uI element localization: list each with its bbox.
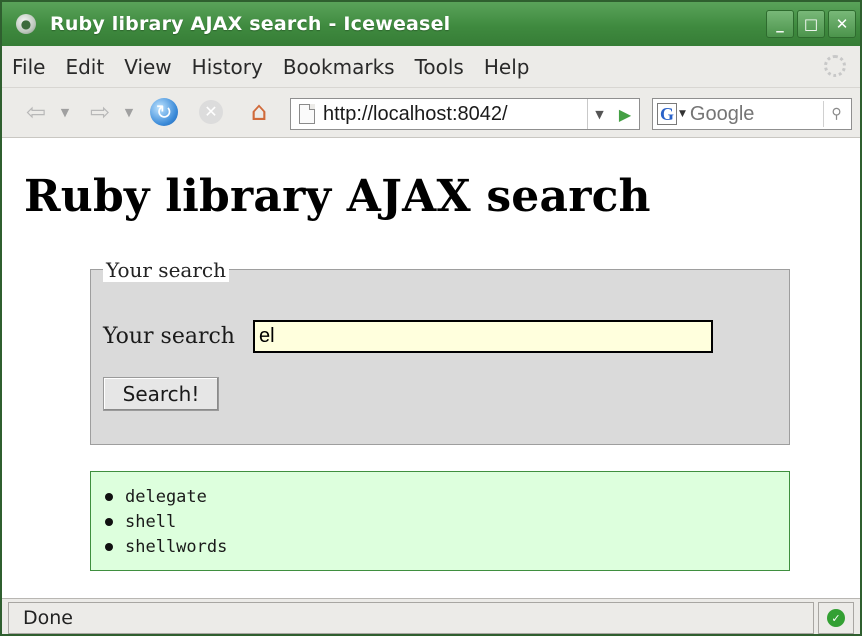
back-arrow-icon[interactable]: ⇦ (16, 97, 56, 127)
status-text: Done (8, 602, 814, 634)
menu-tools[interactable]: Tools (405, 55, 474, 79)
list-item: delegate (105, 484, 789, 509)
go-arrow-icon[interactable]: ▶ (613, 99, 637, 129)
search-fieldset: Your search Your search Search! (90, 258, 790, 445)
bullet-icon (105, 517, 113, 526)
check-icon: ✓ (827, 609, 845, 627)
address-bar[interactable]: ▼ ▶ (290, 98, 640, 130)
forward-arrow-icon[interactable]: ⇨ (80, 97, 120, 127)
result-text: shell (125, 511, 177, 532)
bullet-icon (105, 542, 113, 551)
reload-icon: ↻ (150, 98, 178, 126)
minimize-button[interactable]: _ (766, 10, 794, 38)
reload-button[interactable]: ↻ (148, 97, 180, 127)
browser-window: ● Ruby library AJAX search - Iceweasel _… (0, 0, 862, 636)
page-title: Ruby library AJAX search (24, 171, 651, 222)
window-title: Ruby library AJAX search - Iceweasel (50, 13, 451, 35)
list-item: shellwords (105, 534, 789, 559)
menu-bookmarks[interactable]: Bookmarks (273, 55, 405, 79)
forward-dropdown-icon[interactable]: ▼ (122, 97, 136, 127)
page-icon (299, 104, 315, 124)
page-content: Ruby library AJAX search Your search You… (2, 139, 860, 598)
menu-help[interactable]: Help (474, 55, 540, 79)
url-dropdown-icon[interactable]: ▼ (587, 99, 611, 129)
bullet-icon (105, 492, 113, 501)
search-label: Your search (103, 324, 235, 349)
list-item: shell (105, 509, 789, 534)
iceweasel-logo-icon: ● (16, 14, 36, 34)
search-input[interactable] (253, 320, 713, 353)
maximize-button[interactable]: □ (797, 10, 825, 38)
results-list: delegate shell shellwords (105, 484, 789, 559)
result-text: delegate (125, 486, 207, 507)
results-box: delegate shell shellwords (90, 471, 790, 571)
menu-file[interactable]: File (2, 55, 55, 79)
google-engine-icon[interactable]: G (657, 103, 677, 125)
engine-dropdown-icon[interactable]: ▼ (679, 109, 686, 119)
status-bar: Done ✓ (2, 598, 860, 634)
search-button[interactable]: Search! (103, 377, 219, 411)
url-input[interactable] (323, 102, 583, 126)
web-search-input[interactable] (689, 102, 814, 126)
window-controls: _ □ ✕ (766, 10, 856, 38)
menu-edit[interactable]: Edit (55, 55, 114, 79)
fieldset-legend: Your search (103, 258, 229, 282)
status-indicator: ✓ (818, 602, 854, 634)
menu-history[interactable]: History (182, 55, 273, 79)
menu-view[interactable]: View (114, 55, 181, 79)
title-bar: ● Ruby library AJAX search - Iceweasel _… (2, 2, 860, 46)
magnifier-icon[interactable]: ⚲ (823, 101, 849, 127)
back-dropdown-icon[interactable]: ▼ (58, 97, 72, 127)
menu-bar: File Edit View History Bookmarks Tools H… (2, 46, 860, 88)
stop-icon: ✕ (199, 100, 223, 124)
search-bar[interactable]: G ▼ ⚲ (652, 98, 852, 130)
result-text: shellwords (125, 536, 228, 557)
home-button[interactable]: ⌂ (242, 97, 276, 127)
stop-button[interactable]: ✕ (196, 97, 226, 127)
throbber-icon (824, 55, 846, 77)
close-button[interactable]: ✕ (828, 10, 856, 38)
